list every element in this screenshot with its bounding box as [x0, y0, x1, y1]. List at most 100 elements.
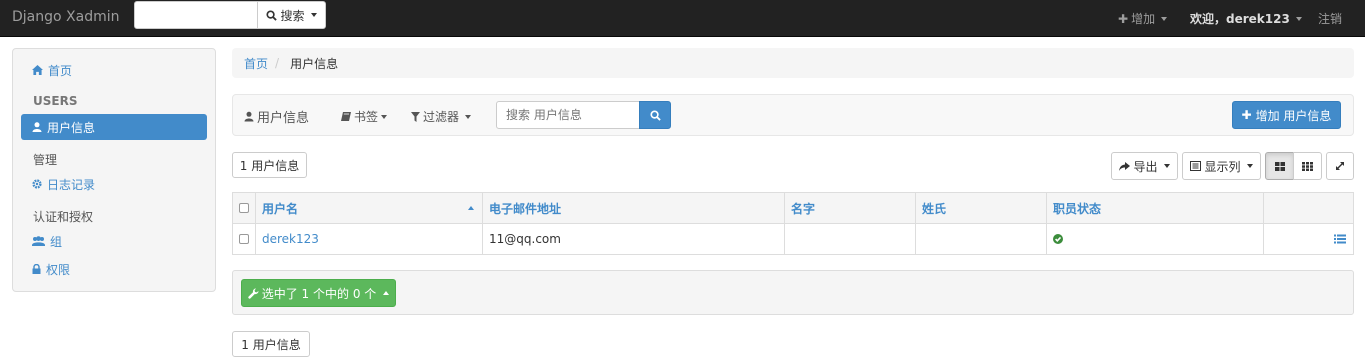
select-all-cell: [233, 193, 256, 223]
check-circle-icon: [1053, 234, 1063, 244]
lock-icon: [32, 264, 41, 274]
filters-menu[interactable]: 过滤器: [411, 108, 472, 125]
column-header-label: 姓氏: [922, 201, 947, 216]
table-header-row: 用户名 电子邮件地址 名字 姓氏 职员状态: [233, 193, 1353, 224]
breadcrumb-current: 用户信息: [290, 56, 339, 71]
chevron-down-icon: [1161, 16, 1168, 21]
search-button[interactable]: [639, 101, 671, 129]
book-icon: [341, 112, 351, 121]
table-row: derek123 11@qq.com: [233, 224, 1353, 254]
page-title: 用户信息: [244, 107, 309, 126]
sidebar-item-label: 首页: [48, 63, 73, 78]
result-count-bottom: 1 用户信息: [232, 331, 310, 357]
sidebar-section-users: USERS: [33, 94, 78, 108]
column-header-label: 电子邮件地址: [489, 201, 562, 216]
sidebar-item-user-info[interactable]: 用户信息: [21, 114, 207, 140]
logout-label: 注销: [1318, 12, 1343, 26]
sidebar-item-label: 组: [50, 234, 63, 249]
page-title-label: 用户信息: [257, 111, 310, 126]
column-header-first-name[interactable]: 名字: [785, 193, 916, 223]
results-table: 用户名 电子邮件地址 名字 姓氏 职员状态 derek123 11@qq.com: [232, 192, 1354, 255]
sidebar-item-home[interactable]: 首页: [21, 57, 207, 83]
nav-add-label: 增加: [1131, 12, 1156, 26]
view-large-grid-button[interactable]: [1265, 152, 1294, 180]
user-menu-label: 欢迎，derek123: [1190, 12, 1290, 26]
user-icon: [244, 111, 254, 122]
user-menu[interactable]: 欢迎，derek123: [1190, 10, 1302, 27]
list-toolbar: 用户信息 书签 过滤器 ✚ 增加 用户信息: [232, 94, 1354, 136]
sidebar-item-label: 权限: [46, 262, 71, 277]
export-button[interactable]: 导出: [1111, 152, 1178, 180]
row-checkbox[interactable]: [239, 234, 249, 244]
gear-icon: [32, 179, 42, 189]
chevron-down-icon: [465, 114, 472, 119]
nav-add-menu[interactable]: ✚ 增加: [1118, 10, 1168, 27]
add-user-info-button[interactable]: ✚ 增加 用户信息: [1232, 101, 1341, 129]
export-label: 导出: [1133, 159, 1158, 174]
sort-ascending-icon: [468, 206, 474, 210]
small-grid-icon: [1302, 161, 1313, 171]
sidebar-item-label: 日志记录: [47, 177, 96, 192]
bookmarks-menu[interactable]: 书签: [341, 108, 388, 125]
cell-username: derek123: [256, 224, 483, 254]
share-arrow-icon: [1119, 161, 1131, 171]
brand-link[interactable]: Django Xadmin: [12, 9, 119, 25]
nav-search-label: 搜索: [280, 8, 305, 23]
bulk-actions-bar: 选中了 1 个中的 0 个: [232, 270, 1354, 315]
cell-last-name: [916, 224, 1047, 254]
sidebar-section-manage: 管理: [33, 153, 58, 167]
chevron-up-icon: [383, 291, 390, 295]
columns-button[interactable]: 显示列: [1182, 152, 1261, 180]
chevron-down-icon: [310, 13, 317, 17]
sidebar-item-groups[interactable]: 组: [21, 228, 207, 254]
plus-icon: ✚: [1241, 108, 1252, 122]
sidebar-item-label: 用户信息: [47, 120, 96, 135]
result-count-top: 1 用户信息: [232, 152, 307, 178]
search-input[interactable]: [496, 101, 640, 129]
large-grid-icon: [1274, 161, 1285, 171]
cell-email: 11@qq.com: [483, 224, 785, 254]
cell-first-name: [785, 224, 916, 254]
row-select-cell: [233, 224, 256, 254]
search-icon: [266, 9, 278, 21]
sidebar: 首页 USERS 用户信息 管理 日志记录 认证和授权 组 权限: [12, 48, 216, 292]
bulk-actions-button[interactable]: 选中了 1 个中的 0 个: [241, 279, 396, 307]
column-header-label: 用户名: [262, 201, 299, 216]
chevron-down-icon: [1295, 16, 1302, 21]
column-header-email[interactable]: 电子邮件地址: [483, 193, 785, 223]
fullscreen-button[interactable]: [1326, 152, 1354, 180]
column-header-label: 职员状态: [1053, 201, 1102, 216]
username-link[interactable]: derek123: [262, 232, 319, 246]
expand-icon: [1336, 162, 1344, 170]
view-small-grid-button[interactable]: [1293, 152, 1322, 180]
sidebar-item-log-records[interactable]: 日志记录: [21, 171, 207, 197]
sidebar-section-auth: 认证和授权: [33, 210, 94, 224]
bulk-actions-label: 选中了 1 个中的 0 个: [261, 286, 377, 301]
nav-search-input[interactable]: [134, 1, 258, 29]
breadcrumb-home-link[interactable]: 首页: [244, 55, 268, 72]
logout-link[interactable]: 注销: [1318, 10, 1342, 27]
column-header-actions: [1264, 193, 1353, 223]
filters-label: 过滤器: [423, 110, 460, 124]
cell-row-actions: [1264, 224, 1353, 254]
select-all-checkbox[interactable]: [239, 203, 249, 213]
column-header-label: 名字: [791, 201, 816, 216]
filter-icon: [411, 111, 420, 122]
home-icon: [32, 65, 43, 75]
chevron-down-icon: [381, 114, 388, 119]
sidebar-item-permissions[interactable]: 权限: [21, 256, 207, 282]
add-button-label: 增加 用户信息: [1255, 108, 1332, 123]
nav-search-button[interactable]: 搜索: [257, 1, 326, 29]
breadcrumb: 首页 / 用户信息: [232, 48, 1354, 78]
list-icon[interactable]: [1334, 234, 1346, 244]
bookmarks-label: 书签: [354, 110, 379, 124]
column-header-username[interactable]: 用户名: [256, 193, 483, 223]
plus-icon: ✚: [1118, 11, 1129, 26]
breadcrumb-separator: /: [275, 56, 280, 70]
top-navbar: Django Xadmin 搜索 ✚ 增加 欢迎，derek123 注销: [0, 0, 1365, 37]
cell-staff-status: [1047, 224, 1264, 254]
chevron-down-icon: [1246, 164, 1253, 168]
users-icon: [32, 236, 45, 246]
column-header-staff-status[interactable]: 职员状态: [1047, 193, 1264, 223]
column-header-last-name[interactable]: 姓氏: [916, 193, 1047, 223]
